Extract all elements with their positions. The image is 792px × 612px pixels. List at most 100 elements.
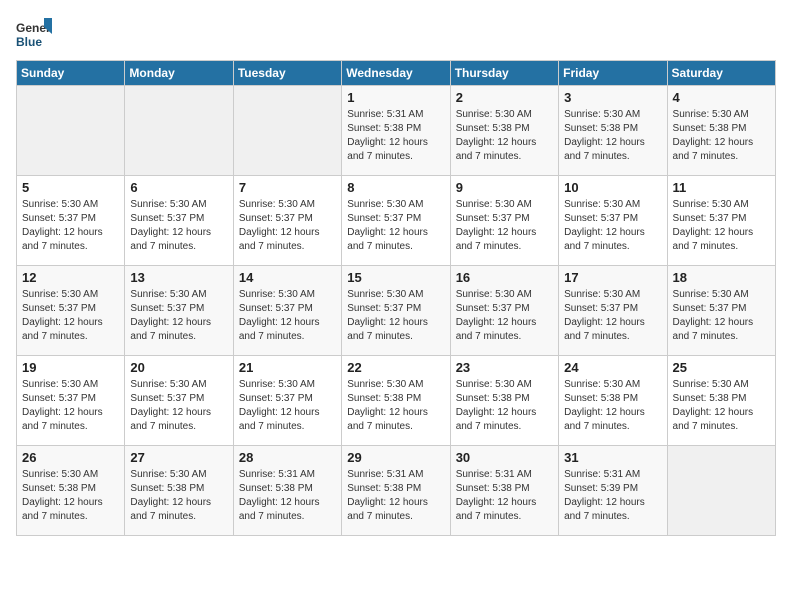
day-info: Sunrise: 5:30 AM Sunset: 5:37 PM Dayligh…	[564, 198, 661, 254]
calendar-cell: 21 Sunrise: 5:30 AM Sunset: 5:37 PM Dayli…	[233, 356, 341, 446]
day-info: Sunrise: 5:30 AM Sunset: 5:38 PM Dayligh…	[130, 468, 227, 524]
day-number: 5	[22, 180, 119, 195]
calendar-cell: 24 Sunrise: 5:30 AM Sunset: 5:38 PM Dayli…	[559, 356, 667, 446]
weekday-header-thursday: Thursday	[450, 61, 558, 86]
day-info: Sunrise: 5:30 AM Sunset: 5:37 PM Dayligh…	[347, 288, 444, 344]
calendar-cell: 1 Sunrise: 5:31 AM Sunset: 5:38 PM Daylig…	[342, 86, 450, 176]
day-info: Sunrise: 5:30 AM Sunset: 5:37 PM Dayligh…	[22, 288, 119, 344]
day-info: Sunrise: 5:30 AM Sunset: 5:38 PM Dayligh…	[564, 378, 661, 434]
calendar-week-row: 1 Sunrise: 5:31 AM Sunset: 5:38 PM Daylig…	[17, 86, 776, 176]
day-info: Sunrise: 5:30 AM Sunset: 5:38 PM Dayligh…	[673, 378, 770, 434]
day-number: 6	[130, 180, 227, 195]
day-number: 16	[456, 270, 553, 285]
day-number: 10	[564, 180, 661, 195]
day-number: 23	[456, 360, 553, 375]
day-number: 4	[673, 90, 770, 105]
calendar-cell: 9 Sunrise: 5:30 AM Sunset: 5:37 PM Daylig…	[450, 176, 558, 266]
day-number: 30	[456, 450, 553, 465]
calendar-week-row: 19 Sunrise: 5:30 AM Sunset: 5:37 PM Dayli…	[17, 356, 776, 446]
day-info: Sunrise: 5:30 AM Sunset: 5:38 PM Dayligh…	[456, 378, 553, 434]
day-number: 12	[22, 270, 119, 285]
calendar-cell: 8Sunrise: 5:30 AM Sunset: 5:37 PM Daylig…	[342, 176, 450, 266]
calendar-cell: 25 Sunrise: 5:30 AM Sunset: 5:38 PM Dayli…	[667, 356, 775, 446]
weekday-header-friday: Friday	[559, 61, 667, 86]
day-number: 18	[673, 270, 770, 285]
calendar-cell: 4 Sunrise: 5:30 AM Sunset: 5:38 PM Daylig…	[667, 86, 775, 176]
calendar-cell: 7 Sunrise: 5:30 AM Sunset: 5:37 PM Daylig…	[233, 176, 341, 266]
day-number: 17	[564, 270, 661, 285]
day-info: Sunrise: 5:30 AM Sunset: 5:37 PM Dayligh…	[130, 288, 227, 344]
day-number: 1	[347, 90, 444, 105]
calendar-week-row: 5 Sunrise: 5:30 AM Sunset: 5:37 PM Daylig…	[17, 176, 776, 266]
day-number: 29	[347, 450, 444, 465]
day-number: 2	[456, 90, 553, 105]
day-info: Sunrise: 5:30 AM Sunset: 5:37 PM Dayligh…	[130, 378, 227, 434]
calendar-week-row: 26 Sunrise: 5:30 AM Sunset: 5:38 PM Dayli…	[17, 446, 776, 536]
calendar-cell: 13 Sunrise: 5:30 AM Sunset: 5:37 PM Dayli…	[125, 266, 233, 356]
calendar-cell: 31 Sunrise: 5:31 AM Sunset: 5:39 PM Dayli…	[559, 446, 667, 536]
calendar-cell	[17, 86, 125, 176]
day-info: Sunrise: 5:30 AM Sunset: 5:37 PM Dayligh…	[239, 378, 336, 434]
calendar-cell: 3Sunrise: 5:30 AM Sunset: 5:38 PM Daylig…	[559, 86, 667, 176]
day-number: 26	[22, 450, 119, 465]
calendar-cell: 16 Sunrise: 5:30 AM Sunset: 5:37 PM Dayli…	[450, 266, 558, 356]
day-number: 3	[564, 90, 661, 105]
page-header: General Blue	[16, 16, 776, 52]
day-info: Sunrise: 5:30 AM Sunset: 5:37 PM Dayligh…	[673, 198, 770, 254]
svg-text:Blue: Blue	[16, 35, 42, 49]
calendar-cell: 14Sunrise: 5:30 AM Sunset: 5:37 PM Dayli…	[233, 266, 341, 356]
day-number: 22	[347, 360, 444, 375]
day-number: 28	[239, 450, 336, 465]
calendar-cell: 18Sunrise: 5:30 AM Sunset: 5:37 PM Dayli…	[667, 266, 775, 356]
weekday-header-monday: Monday	[125, 61, 233, 86]
calendar-cell: 30 Sunrise: 5:31 AM Sunset: 5:38 PM Dayli…	[450, 446, 558, 536]
calendar-cell: 11 Sunrise: 5:30 AM Sunset: 5:37 PM Dayli…	[667, 176, 775, 266]
day-number: 14	[239, 270, 336, 285]
day-info: Sunrise: 5:31 AM Sunset: 5:38 PM Dayligh…	[347, 108, 444, 164]
day-number: 19	[22, 360, 119, 375]
calendar-cell: 15 Sunrise: 5:30 AM Sunset: 5:37 PM Dayli…	[342, 266, 450, 356]
calendar-cell: 26Sunrise: 5:30 AM Sunset: 5:38 PM Dayli…	[17, 446, 125, 536]
day-info: Sunrise: 5:30 AM Sunset: 5:37 PM Dayligh…	[239, 198, 336, 254]
day-info: Sunrise: 5:30 AM Sunset: 5:37 PM Dayligh…	[130, 198, 227, 254]
day-number: 15	[347, 270, 444, 285]
weekday-header-sunday: Sunday	[17, 61, 125, 86]
calendar-cell: 5 Sunrise: 5:30 AM Sunset: 5:37 PM Daylig…	[17, 176, 125, 266]
calendar-cell: 20 Sunrise: 5:30 AM Sunset: 5:37 PM Dayli…	[125, 356, 233, 446]
day-info: Sunrise: 5:31 AM Sunset: 5:38 PM Dayligh…	[347, 468, 444, 524]
day-number: 20	[130, 360, 227, 375]
calendar-cell: 17Sunrise: 5:30 AM Sunset: 5:37 PM Dayli…	[559, 266, 667, 356]
day-number: 24	[564, 360, 661, 375]
weekday-header-tuesday: Tuesday	[233, 61, 341, 86]
calendar-table: SundayMondayTuesdayWednesdayThursdayFrid…	[16, 60, 776, 536]
calendar-cell: 29 Sunrise: 5:31 AM Sunset: 5:38 PM Dayli…	[342, 446, 450, 536]
weekday-header-saturday: Saturday	[667, 61, 775, 86]
day-info: Sunrise: 5:31 AM Sunset: 5:39 PM Dayligh…	[564, 468, 661, 524]
calendar-cell: 22 Sunrise: 5:30 AM Sunset: 5:38 PM Dayli…	[342, 356, 450, 446]
day-number: 11	[673, 180, 770, 195]
day-info: Sunrise: 5:31 AM Sunset: 5:38 PM Dayligh…	[239, 468, 336, 524]
day-info: Sunrise: 5:30 AM Sunset: 5:38 PM Dayligh…	[347, 378, 444, 434]
day-number: 21	[239, 360, 336, 375]
logo-icon: General Blue	[16, 16, 52, 52]
day-info: Sunrise: 5:30 AM Sunset: 5:37 PM Dayligh…	[22, 198, 119, 254]
calendar-cell: 2Sunrise: 5:30 AM Sunset: 5:38 PM Daylig…	[450, 86, 558, 176]
day-number: 13	[130, 270, 227, 285]
day-info: Sunrise: 5:30 AM Sunset: 5:37 PM Dayligh…	[456, 288, 553, 344]
calendar-cell: 28 Sunrise: 5:31 AM Sunset: 5:38 PM Dayli…	[233, 446, 341, 536]
day-number: 31	[564, 450, 661, 465]
calendar-cell	[667, 446, 775, 536]
logo: General Blue	[16, 16, 52, 52]
day-info: Sunrise: 5:30 AM Sunset: 5:37 PM Dayligh…	[456, 198, 553, 254]
day-info: Sunrise: 5:30 AM Sunset: 5:38 PM Dayligh…	[673, 108, 770, 164]
weekday-header-row: SundayMondayTuesdayWednesdayThursdayFrid…	[17, 61, 776, 86]
day-number: 9	[456, 180, 553, 195]
day-number: 25	[673, 360, 770, 375]
day-number: 7	[239, 180, 336, 195]
calendar-cell: 12 Sunrise: 5:30 AM Sunset: 5:37 PM Dayli…	[17, 266, 125, 356]
day-info: Sunrise: 5:31 AM Sunset: 5:38 PM Dayligh…	[456, 468, 553, 524]
calendar-week-row: 12 Sunrise: 5:30 AM Sunset: 5:37 PM Dayli…	[17, 266, 776, 356]
calendar-cell	[125, 86, 233, 176]
weekday-header-wednesday: Wednesday	[342, 61, 450, 86]
day-info: Sunrise: 5:30 AM Sunset: 5:37 PM Dayligh…	[347, 198, 444, 254]
